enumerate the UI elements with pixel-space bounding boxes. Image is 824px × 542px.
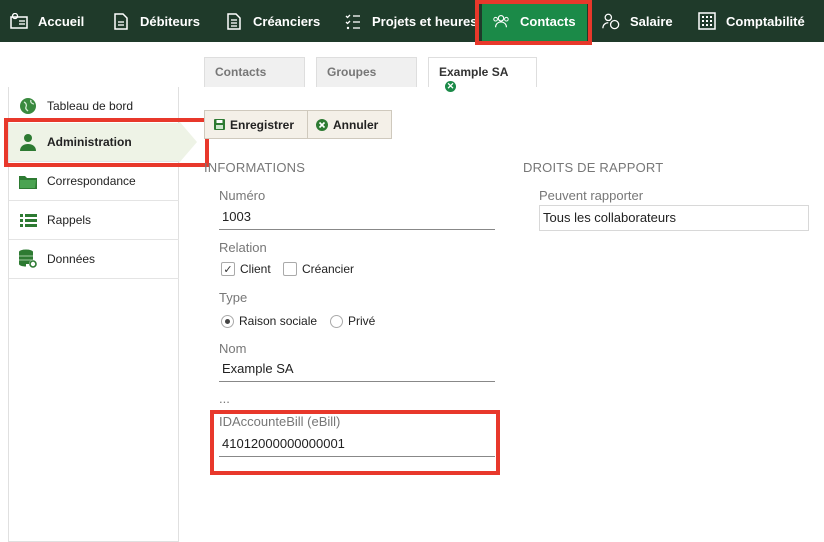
numero-field[interactable]: 1003 (219, 205, 495, 230)
prive-label: Privé (348, 314, 376, 328)
sidebar-item-tableau-de-bord[interactable]: Tableau de bord (9, 87, 179, 126)
sidebar-item-label: Rappels (47, 213, 92, 227)
home-settings-icon (10, 12, 28, 30)
peuvent-rapporter-label: Peuvent rapporter (539, 188, 644, 203)
people-icon (492, 12, 510, 30)
folder-icon (18, 171, 38, 191)
nav-label: Salaire (630, 13, 673, 29)
droits-title: DROITS DE RAPPORT (523, 160, 664, 175)
person-money-icon (602, 12, 620, 30)
document-list-icon (225, 12, 243, 30)
nav-item-debiteurs[interactable]: Débiteurs (112, 0, 200, 42)
tab-example-sa[interactable]: Example SA ✕ (428, 57, 537, 93)
tab-label: Example SA (439, 65, 508, 79)
cancel-label: Annuler (333, 117, 379, 132)
tab-contacts[interactable]: Contacts (204, 57, 305, 87)
nav-item-salaire[interactable]: Salaire (602, 0, 673, 42)
person-icon (18, 132, 38, 152)
calculator-icon (698, 12, 716, 30)
nom-label: Nom (219, 341, 247, 356)
client-checkbox[interactable]: ✓ Client (221, 262, 271, 276)
raison-sociale-radio[interactable]: Raison sociale (221, 314, 317, 328)
creancier-label: Créancier (302, 262, 355, 276)
nav-label: Contacts (520, 13, 576, 29)
top-navigation: Accueil Débiteurs Créanciers Projets et … (0, 0, 824, 42)
type-label: Type (219, 290, 248, 305)
relation-label: Relation (219, 240, 267, 255)
active-arrow (179, 121, 197, 163)
nav-label: Comptabilité (726, 13, 805, 29)
globe-icon (18, 96, 38, 116)
sidebar-item-administration[interactable]: Administration (9, 123, 179, 162)
checklist-icon (344, 12, 362, 30)
creancier-checkbox[interactable]: Créancier (283, 262, 354, 276)
nav-label: Projets et heures (372, 13, 478, 29)
nav-item-creanciers[interactable]: Créanciers (225, 0, 320, 42)
nav-label: Débiteurs (140, 13, 200, 29)
peuvent-rapporter-field[interactable]: Tous les collaborateurs (539, 205, 809, 231)
database-settings-icon (18, 249, 38, 269)
document-icon (112, 12, 130, 30)
close-icon[interactable]: ✕ (445, 81, 456, 93)
save-label: Enregistrer (230, 117, 295, 132)
informations-title: INFORMATIONS (204, 160, 306, 175)
checkbox-checked: ✓ (221, 262, 235, 276)
ellipsis: ... (219, 391, 230, 406)
nav-item-contacts[interactable]: Contacts (482, 0, 587, 42)
radio-unselected (330, 314, 343, 328)
list-icon (18, 210, 38, 230)
nav-label: Accueil (38, 13, 85, 29)
prive-radio[interactable]: Privé (330, 314, 375, 328)
save-button[interactable]: Enregistrer (204, 110, 308, 139)
checkbox-unchecked (283, 262, 297, 276)
sidebar-item-label: Correspondance (47, 174, 136, 188)
sidebar-item-label: Tableau de bord (47, 99, 134, 113)
nav-item-accueil[interactable]: Accueil (10, 0, 84, 42)
sidebar-item-rappels[interactable]: Rappels (9, 201, 179, 240)
nav-label: Créanciers (253, 13, 321, 29)
nav-item-projets[interactable]: Projets et heures (344, 0, 478, 42)
tab-label: Groupes (327, 65, 377, 79)
radio-selected (221, 314, 234, 328)
sidebar-item-correspondance[interactable]: Correspondance (9, 162, 179, 201)
sidebar-item-label: Données (47, 252, 96, 266)
numero-label: Numéro (219, 188, 266, 203)
tab-groupes[interactable]: Groupes (316, 57, 417, 87)
ebill-label: IDAccounteBill (eBill) (219, 414, 341, 429)
tab-label: Contacts (215, 65, 267, 79)
sidebar-item-label: Administration (47, 135, 132, 149)
raison-sociale-label: Raison sociale (239, 314, 318, 328)
client-label: Client (240, 262, 271, 276)
save-icon (213, 119, 225, 131)
nav-item-comptabilite[interactable]: Comptabilité (698, 0, 805, 42)
sidebar-item-donnees[interactable]: Données (9, 240, 179, 279)
cancel-icon (316, 118, 328, 131)
cancel-button[interactable]: Annuler (307, 110, 392, 139)
ebill-field[interactable]: 41012000000000001 (219, 432, 495, 457)
nom-field[interactable]: Example SA (219, 357, 495, 382)
